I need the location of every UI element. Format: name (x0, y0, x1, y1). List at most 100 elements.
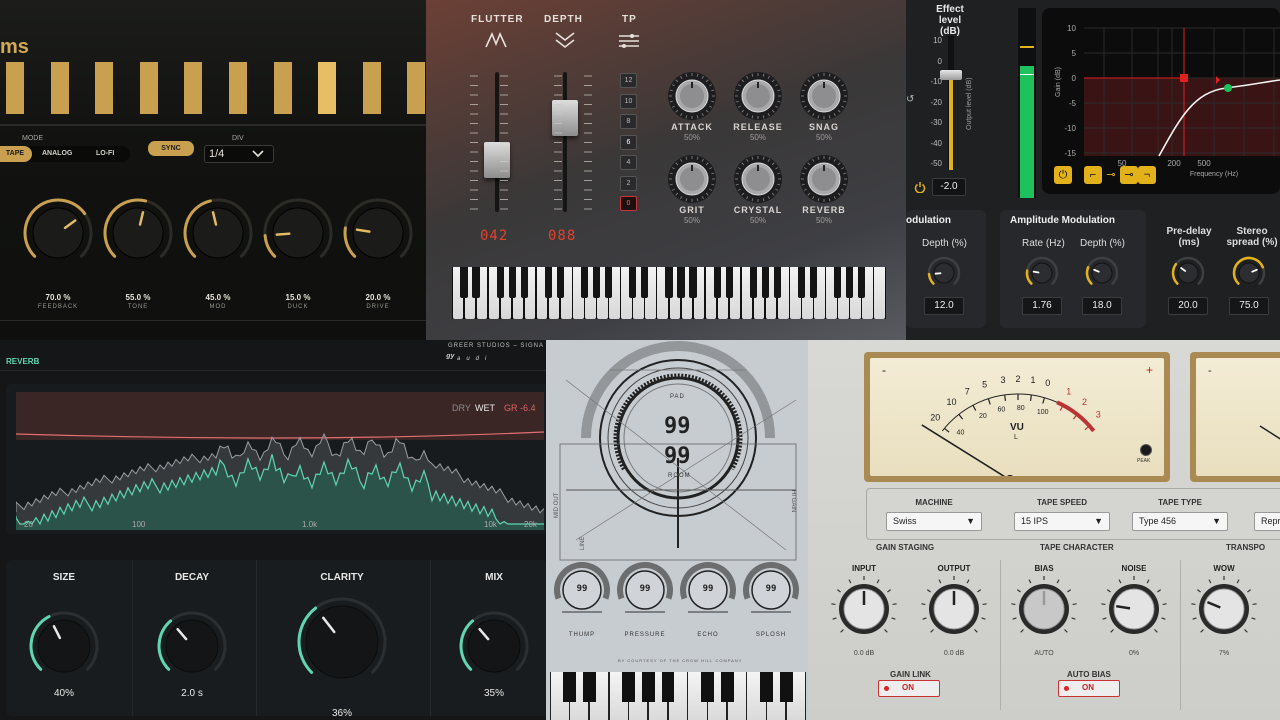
step-7[interactable] (273, 62, 292, 114)
knob-bias[interactable] (1009, 574, 1079, 644)
power-icon[interactable] (914, 181, 926, 193)
amp-depth-knob[interactable] (1084, 255, 1120, 291)
black-key[interactable] (563, 672, 576, 702)
lowpass-icon[interactable]: ¬ (1138, 166, 1156, 184)
tp-step-8[interactable]: 8 (620, 114, 637, 129)
black-key[interactable] (701, 672, 714, 702)
black-key[interactable] (761, 267, 770, 298)
black-key[interactable] (810, 267, 818, 298)
depth-knob-value[interactable]: 12.0 (924, 297, 964, 315)
knob-decay[interactable] (156, 610, 228, 682)
tp-step-6[interactable]: 6 (620, 134, 637, 150)
knob-duck[interactable] (262, 197, 334, 269)
black-key[interactable] (677, 267, 685, 298)
black-key[interactable] (580, 267, 589, 298)
knob-mix[interactable] (458, 610, 530, 682)
black-key[interactable] (544, 267, 553, 298)
black-key[interactable] (725, 267, 733, 298)
black-key[interactable] (661, 672, 675, 702)
black-key[interactable] (520, 267, 528, 298)
black-key[interactable] (629, 267, 637, 298)
black-key[interactable] (593, 267, 601, 298)
black-key[interactable] (713, 267, 721, 298)
amp-depth-knob-value[interactable]: 18.0 (1082, 297, 1122, 315)
highpass-icon[interactable]: ⌐ (1084, 166, 1102, 184)
step-9[interactable] (362, 62, 381, 114)
mode-lofi-button[interactable]: LO-FI (96, 150, 114, 157)
knob-size[interactable] (28, 610, 100, 682)
stereo-spread-knob-value[interactable]: 75.0 (1229, 297, 1269, 315)
select-dropdown-3[interactable]: Type 456 ▼ (1132, 512, 1228, 531)
knob-feedback[interactable] (22, 197, 94, 269)
tp-step-2[interactable]: 2 (620, 175, 637, 191)
black-key[interactable] (773, 267, 782, 298)
black-key[interactable] (720, 672, 734, 702)
stereo-spread-knob[interactable] (1231, 255, 1267, 291)
predelay-knob[interactable] (1170, 255, 1206, 291)
bell-icon[interactable]: ⊸ (1120, 166, 1138, 184)
knob-release[interactable] (732, 70, 784, 122)
knob-grit[interactable] (666, 153, 718, 205)
step-1[interactable] (6, 62, 24, 114)
black-key[interactable] (556, 267, 565, 298)
room-value[interactable]: 99 (664, 444, 691, 469)
black-key[interactable] (749, 267, 757, 298)
knob-attack[interactable] (666, 70, 718, 122)
knob-snag[interactable] (798, 70, 850, 122)
power-icon[interactable]: ⏻ (1054, 166, 1072, 184)
knob-output[interactable] (919, 574, 989, 644)
black-key[interactable] (797, 267, 806, 298)
wet-toggle[interactable]: WET (475, 403, 495, 413)
step-8[interactable] (318, 62, 337, 114)
knob-input[interactable] (829, 574, 899, 644)
knob-reverb[interactable] (798, 153, 850, 205)
black-key[interactable] (780, 672, 793, 702)
black-key[interactable] (642, 672, 655, 702)
black-key[interactable] (858, 267, 866, 298)
black-key[interactable] (472, 267, 480, 298)
black-key[interactable] (641, 267, 649, 298)
step-2[interactable] (50, 62, 69, 114)
step-5[interactable] (184, 62, 203, 114)
mode-analog-button[interactable]: ANALOG (42, 150, 72, 157)
black-key[interactable] (496, 267, 504, 298)
knob-clarity[interactable] (296, 596, 388, 688)
knob-noise[interactable] (1099, 574, 1169, 644)
black-key[interactable] (689, 267, 697, 298)
step-3[interactable] (95, 62, 114, 114)
select-dropdown-1[interactable]: Swiss ▼ (886, 512, 982, 531)
step-10[interactable] (407, 62, 426, 114)
bell-icon[interactable]: ⊸ (1102, 166, 1120, 184)
select-dropdown-4[interactable]: Repr▼ (1254, 512, 1280, 531)
knob-crystal[interactable] (732, 153, 784, 205)
black-key[interactable] (622, 672, 636, 702)
predelay-knob-value[interactable]: 20.0 (1168, 297, 1208, 315)
black-key[interactable] (508, 267, 516, 298)
black-key[interactable] (760, 672, 773, 702)
depth-knob[interactable] (926, 255, 962, 291)
step-6[interactable] (229, 62, 247, 114)
black-key[interactable] (605, 267, 613, 298)
tp-step-4[interactable]: 4 (620, 155, 637, 170)
knob-wow[interactable] (1189, 574, 1259, 644)
step-4[interactable] (139, 62, 158, 114)
effect-level-fader[interactable] (948, 36, 954, 170)
knob-tone[interactable] (102, 197, 174, 269)
knob-mod[interactable] (182, 197, 254, 269)
rate-knob[interactable] (1024, 255, 1060, 291)
black-key[interactable] (834, 267, 842, 298)
tp-step-0[interactable]: 0 (620, 196, 637, 211)
dry-toggle[interactable]: DRY (452, 403, 471, 413)
select-dropdown-2[interactable]: 15 IPS ▼ (1014, 512, 1110, 531)
pad-value[interactable]: 99 (664, 414, 691, 439)
effect-level-fader-thumb[interactable] (940, 70, 962, 80)
tp-step-12[interactable]: 12 (620, 73, 637, 88)
tp-step-10[interactable]: 10 (620, 93, 637, 109)
rate-knob-value[interactable]: 1.76 (1022, 297, 1062, 315)
collapse-icon[interactable]: ↺ (906, 94, 916, 106)
black-key[interactable] (665, 267, 673, 298)
knob-drive[interactable] (342, 197, 414, 269)
black-key[interactable] (460, 267, 468, 298)
black-key[interactable] (583, 672, 596, 702)
white-key[interactable] (874, 267, 885, 319)
